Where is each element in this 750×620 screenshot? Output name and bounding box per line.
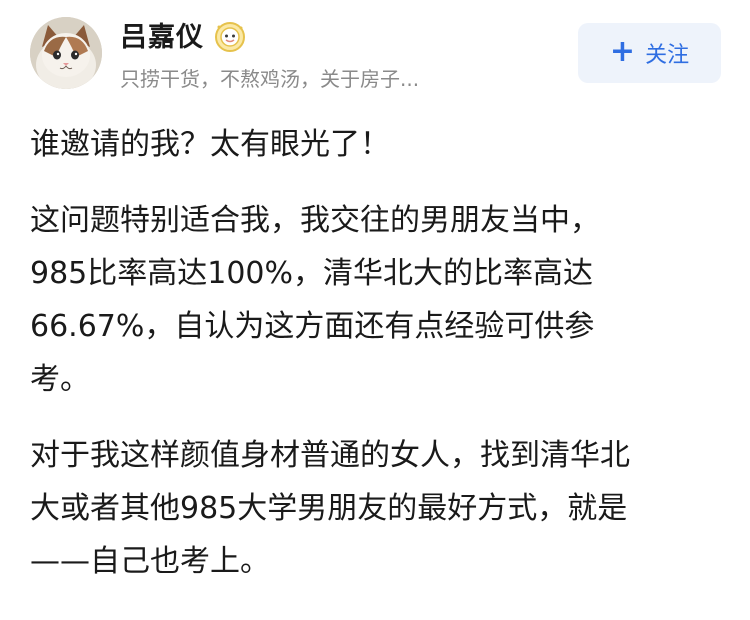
text-line: 大或者其他985大学男朋友的最好方式，就是 bbox=[30, 491, 628, 526]
sparkle-badge-icon bbox=[214, 21, 246, 53]
text-line: 985比率高达100%，清华北大的比率高达 bbox=[30, 256, 594, 291]
post-body: 谁邀请的我？太有眼光了！ 这问题特别适合我，我交往的男朋友当中， 985比率高达… bbox=[30, 118, 730, 588]
text-line: 这问题特别适合我，我交往的男朋友当中， bbox=[30, 203, 600, 238]
paragraph-2: 这问题特别适合我，我交往的男朋友当中， 985比率高达100%，清华北大的比率高… bbox=[30, 194, 730, 406]
paragraph-1: 谁邀请的我？太有眼光了！ bbox=[30, 118, 730, 171]
author-header: 吕嘉仪 只捞干货，不熬鸡汤，关于房子... + 关注 bbox=[0, 0, 750, 108]
author-name[interactable]: 吕嘉仪 bbox=[120, 20, 204, 56]
follow-button-label: 关注 bbox=[645, 43, 690, 68]
text-line: 66.67%，自认为这方面还有点经验可供参 bbox=[30, 309, 595, 344]
text-line: ——自己也考上。 bbox=[30, 544, 270, 579]
avatar[interactable] bbox=[30, 17, 102, 89]
paragraph-3: 对于我这样颜值身材普通的女人，找到清华北 大或者其他985大学男朋友的最好方式，… bbox=[30, 429, 730, 588]
plus-icon: + bbox=[609, 33, 636, 69]
cat-avatar-icon bbox=[30, 17, 102, 89]
follow-button[interactable]: + 关注 bbox=[578, 23, 721, 83]
text-line: 考。 bbox=[30, 362, 90, 397]
text-line: 谁邀请的我？太有眼光了！ bbox=[30, 127, 390, 162]
author-bio: 只捞干货，不熬鸡汤，关于房子... bbox=[120, 67, 420, 91]
text-line: 对于我这样颜值身材普通的女人，找到清华北 bbox=[30, 438, 630, 473]
